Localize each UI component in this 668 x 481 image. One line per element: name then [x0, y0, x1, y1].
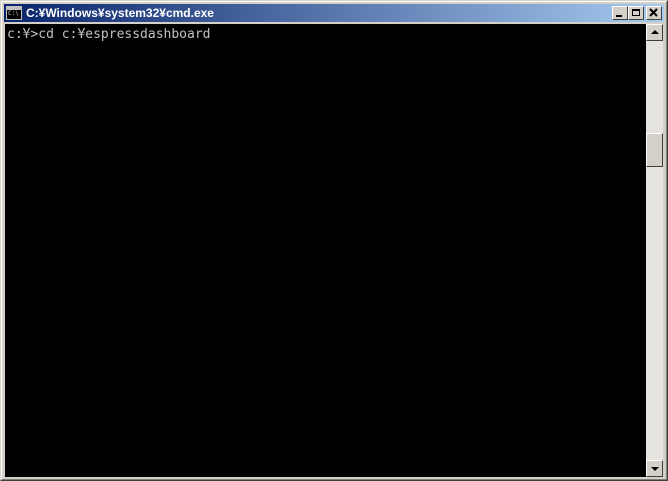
arrow-up-icon [651, 30, 659, 34]
cmd-icon[interactable]: C:\ [6, 6, 22, 20]
cmd-icon-text: C:\ [8, 10, 19, 17]
console-line: c:¥>cd c:¥espressdashboard [7, 27, 211, 42]
arrow-down-icon [651, 467, 659, 471]
cmd-window: C:\ C:¥Windows¥system32¥cmd.exe c:¥>cd c… [0, 0, 668, 481]
close-button[interactable] [646, 6, 662, 20]
minimize-icon [616, 15, 622, 17]
console-output[interactable]: c:¥>cd c:¥espressdashboard [5, 24, 646, 477]
scrollbar-thumb[interactable] [646, 133, 663, 167]
minimize-button[interactable] [612, 6, 628, 20]
window-controls [612, 6, 662, 20]
close-icon [649, 8, 658, 17]
vertical-scrollbar[interactable] [646, 24, 663, 477]
maximize-button[interactable] [628, 6, 644, 20]
maximize-icon [632, 9, 640, 16]
window-title: C:¥Windows¥system32¥cmd.exe [26, 6, 214, 20]
scroll-up-button[interactable] [646, 24, 663, 41]
scroll-down-button[interactable] [646, 460, 663, 477]
title-bar[interactable]: C:\ C:¥Windows¥system32¥cmd.exe [4, 4, 664, 22]
